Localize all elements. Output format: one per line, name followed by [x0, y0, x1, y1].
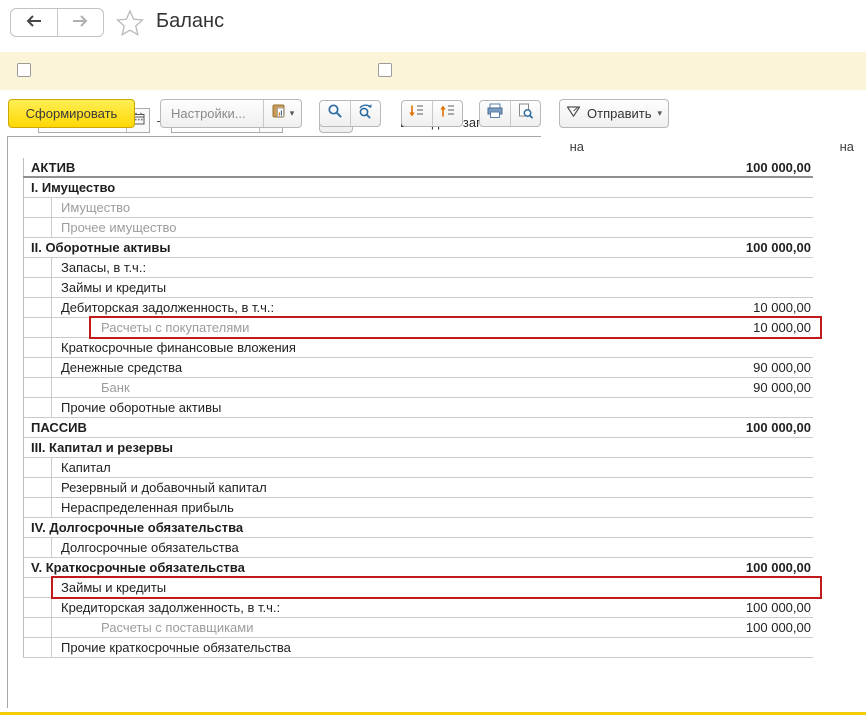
row-label: Прочие краткосрочные обязательства: [23, 638, 291, 657]
row-value: 100 000,00: [746, 598, 811, 617]
row-label: Краткосрочные финансовые вложения: [23, 338, 296, 357]
search-button[interactable]: [320, 101, 350, 126]
row-label: Расчеты с поставщиками: [23, 618, 254, 637]
table-row[interactable]: Банк 90 000,00: [23, 378, 813, 398]
table-top-border: [8, 136, 541, 137]
row-label: Капитал: [23, 458, 111, 477]
table-row[interactable]: II. Оборотные активы 100 000,00: [23, 238, 813, 258]
table-row[interactable]: Кредиторская задолженность, в т.ч.: 100 0…: [23, 598, 813, 618]
row-value: 100 000,00: [746, 238, 811, 257]
row-label: III. Капитал и резервы: [23, 438, 173, 457]
row-label: Займы и кредиты: [23, 278, 166, 297]
table-row[interactable]: Запасы, в т.ч.:: [23, 258, 813, 278]
row-label: Прочее имущество: [23, 218, 176, 237]
row-label: Расчеты с покупателями: [23, 318, 249, 337]
table-row[interactable]: Краткосрочные финансовые вложения: [23, 338, 813, 358]
column-header-period-2[interactable]: на: [8, 139, 854, 156]
row-label: Дебиторская задолженность, в т.ч.:: [23, 298, 274, 317]
table-row[interactable]: Капитал: [23, 458, 813, 478]
row-value: 90 000,00: [753, 378, 811, 397]
row-label: V. Краткосрочные обязательства: [23, 558, 245, 577]
report-variant-icon: [271, 103, 287, 124]
row-value: 10 000,00: [753, 318, 811, 337]
row-label: Денежные средства: [23, 358, 182, 377]
period-checkbox[interactable]: [17, 63, 31, 77]
table-row[interactable]: Долгосрочные обязательства: [23, 538, 813, 558]
table-row[interactable]: Прочие краткосрочные обязательства: [23, 638, 813, 658]
row-label: I. Имущество: [23, 178, 115, 197]
sort-ascending-icon: [439, 103, 456, 124]
row-value: 90 000,00: [753, 358, 811, 377]
table-row[interactable]: V. Краткосрочные обязательства 100 000,00: [23, 558, 813, 578]
row-label: Запасы, в т.ч.:: [23, 258, 146, 277]
favorite-star-icon[interactable]: [116, 9, 144, 36]
print-button[interactable]: [480, 101, 510, 126]
table-row[interactable]: Прочее имущество: [23, 218, 813, 238]
chevron-down-icon: ▾: [657, 109, 662, 118]
back-button[interactable]: [11, 9, 57, 36]
row-value: 10 000,00: [753, 298, 811, 317]
search-next-button[interactable]: [350, 101, 381, 126]
table-row[interactable]: Дебиторская задолженность, в т.ч.: 10 000…: [23, 298, 813, 318]
settings-group: Настройки... ▾: [160, 99, 302, 128]
sort-group: [401, 100, 463, 127]
table-row[interactable]: IV. Долгосрочные обязательства: [23, 518, 813, 538]
print-preview-button[interactable]: [510, 101, 541, 126]
row-value: 100 000,00: [746, 558, 811, 577]
forward-button[interactable]: [57, 9, 104, 36]
search-group: [319, 100, 381, 127]
table-row[interactable]: ПАССИВ 100 000,00: [23, 418, 813, 438]
table-row[interactable]: АКТИВ 100 000,00: [23, 158, 813, 178]
report-variant-button[interactable]: ▾: [263, 100, 301, 127]
row-value: 100 000,00: [746, 158, 811, 177]
generate-button[interactable]: Сформировать: [8, 99, 135, 128]
show-header-checkbox[interactable]: [378, 63, 392, 77]
table-row[interactable]: III. Капитал и резервы: [23, 438, 813, 458]
table-row[interactable]: Расчеты с поставщиками 100 000,00: [23, 618, 813, 638]
table-row[interactable]: Нераспределенная прибыль: [23, 498, 813, 518]
row-value: 100 000,00: [746, 418, 811, 437]
search-next-icon: [357, 103, 374, 124]
row-label: Прочие оборотные активы: [23, 398, 221, 417]
table-row[interactable]: Прочие оборотные активы: [23, 398, 813, 418]
history-nav-group: [10, 8, 104, 37]
table-row[interactable]: Займы и кредиты: [23, 278, 813, 298]
print-group: [479, 100, 541, 127]
print-icon: [486, 103, 504, 124]
row-label: IV. Долгосрочные обязательства: [23, 518, 243, 537]
row-label: АКТИВ: [23, 158, 75, 177]
filter-bar: 01.11.2025 – 30.11.2025 ... Выводить заг…: [0, 52, 866, 90]
table-row[interactable]: Денежные средства 90 000,00: [23, 358, 813, 378]
row-label: Займы и кредиты: [23, 578, 166, 597]
table-row[interactable]: Резервный и добавочный капитал: [23, 478, 813, 498]
row-label: Кредиторская задолженность, в т.ч.:: [23, 598, 280, 617]
chevron-down-icon: ▾: [290, 109, 295, 118]
row-label: Резервный и добавочный капитал: [23, 478, 267, 497]
settings-button[interactable]: Настройки...: [161, 100, 263, 127]
table-row[interactable]: I. Имущество: [23, 178, 813, 198]
row-label: II. Оборотные активы: [23, 238, 170, 257]
row-value: 100 000,00: [746, 618, 811, 637]
table-row[interactable]: Займы и кредиты: [23, 578, 813, 598]
sort-descending-icon: [408, 103, 425, 124]
send-icon: [566, 105, 581, 123]
row-label: Долгосрочные обязательства: [23, 538, 239, 557]
row-label: ПАССИВ: [23, 418, 87, 437]
sort-descending-button[interactable]: [402, 101, 432, 126]
arrow-left-icon: [24, 14, 44, 32]
table-row[interactable]: Имущество: [23, 198, 813, 218]
arrow-right-icon: [70, 14, 90, 32]
row-label: Нераспределенная прибыль: [23, 498, 234, 517]
sort-ascending-button[interactable]: [432, 101, 463, 126]
search-icon: [327, 103, 343, 124]
table-row[interactable]: Расчеты с покупателями 10 000,00: [23, 318, 813, 338]
send-button[interactable]: Отправить ▾: [559, 99, 669, 128]
report-table: на на АКТИВ100 000,00I. ИмуществоИмущест…: [7, 136, 853, 708]
row-label: Имущество: [23, 198, 130, 217]
print-preview-icon: [517, 103, 533, 124]
row-label: Банк: [23, 378, 130, 397]
page-title: Баланс: [156, 10, 224, 33]
send-button-label: Отправить: [587, 106, 651, 121]
